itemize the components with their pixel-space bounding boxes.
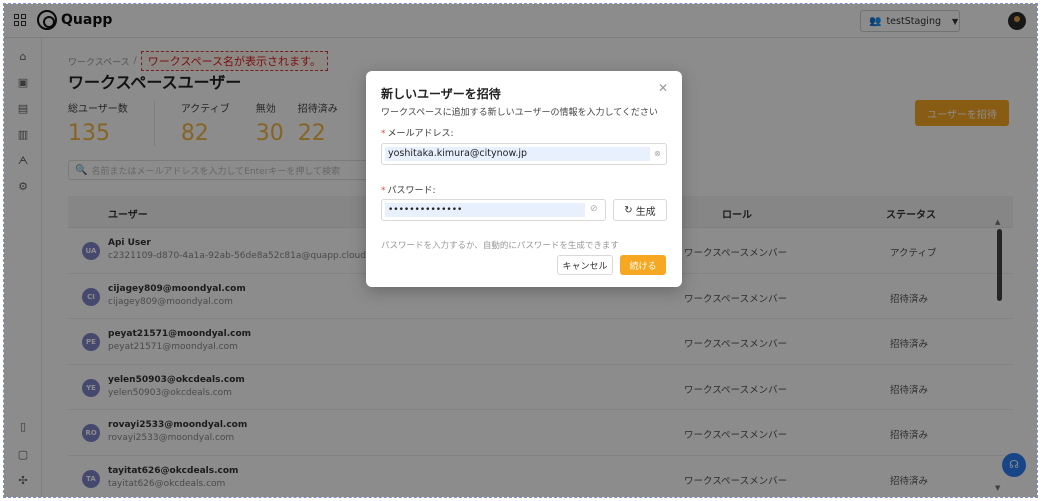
modal-description: ワークスペースに追加する新しいユーザーの情報を入力してください [381, 108, 658, 118]
generate-password-button[interactable]: ↻ 生成 [613, 199, 667, 221]
password-label: * パスワード: [381, 183, 436, 196]
continue-button[interactable]: 続ける [620, 255, 666, 275]
required-mark: * [381, 186, 386, 196]
password-field-value: •••••••••••••• [385, 203, 585, 217]
refresh-icon: ↻ [624, 204, 633, 216]
password-field[interactable]: •••••••••••••• ⊘ [381, 199, 606, 221]
close-icon[interactable]: ✕ [658, 81, 668, 95]
password-label-text: パスワード: [387, 186, 436, 196]
required-mark: * [381, 129, 386, 139]
app-window: Quapp 👥 testStaging ▼ ⌂ ▣ ▤ ▥ ᗅ ⚙ ▯ ▢ ✣ … [3, 3, 1038, 498]
cancel-button[interactable]: キャンセル [557, 255, 613, 275]
email-field-value: yoshitaka.kimura@citynow.jp [385, 147, 650, 161]
invite-user-modal: 新しいユーザーを招待 ✕ ワークスペースに追加する新しいユーザーの情報を入力して… [366, 71, 682, 287]
modal-title: 新しいユーザーを招待 [381, 87, 501, 101]
email-field[interactable]: yoshitaka.kimura@citynow.jp ⊗ [381, 143, 667, 165]
eye-hidden-icon[interactable]: ⊘ [590, 204, 598, 214]
email-label: * メールアドレス: [381, 126, 454, 139]
email-label-text: メールアドレス: [387, 129, 454, 139]
clear-icon[interactable]: ⊗ [654, 149, 661, 158]
generate-button-label: 生成 [635, 206, 656, 218]
password-hint: パスワードを入力するか、自動的にパスワードを生成できます [381, 241, 619, 251]
